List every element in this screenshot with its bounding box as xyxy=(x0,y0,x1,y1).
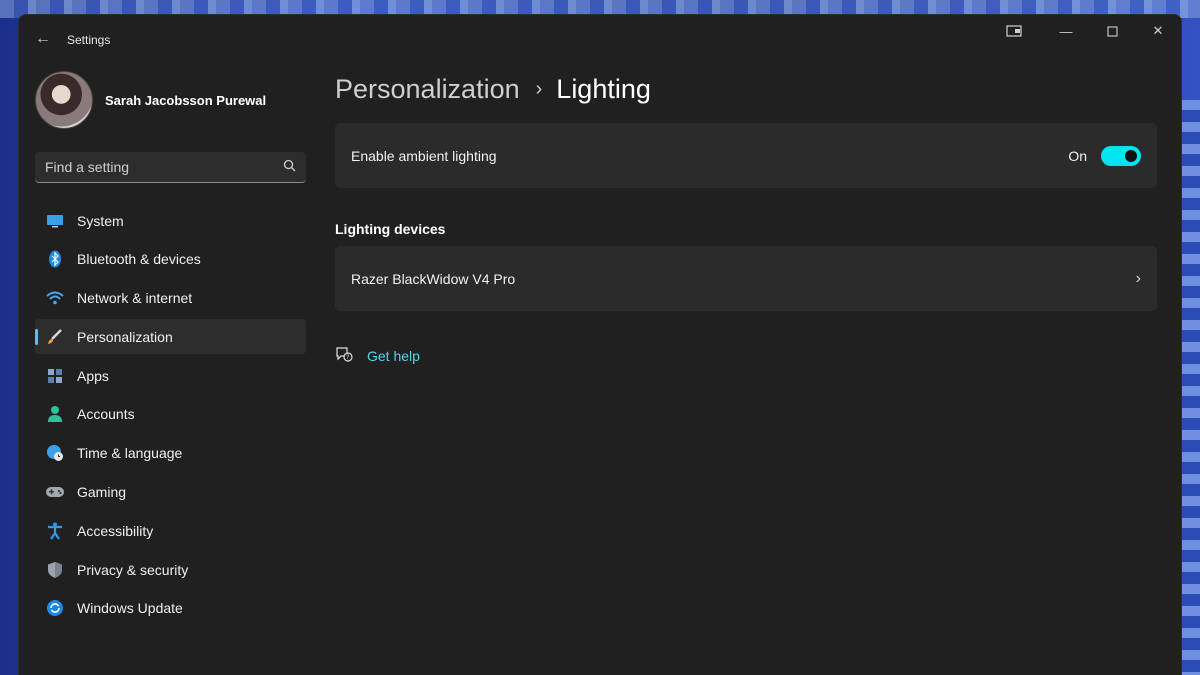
breadcrumb: Personalization › Lighting xyxy=(335,63,1157,115)
close-button[interactable]: ✕ xyxy=(1135,15,1181,47)
sidebar-item-label: Accounts xyxy=(77,406,135,423)
user-profile[interactable]: Sarah Jacobsson Purewal xyxy=(35,71,266,129)
settings-window: ← Settings — ✕ Sarah Jacobsson Purewal F… xyxy=(18,14,1182,675)
sidebar-item-label: Privacy & security xyxy=(77,561,189,578)
sidebar-nav: System Bluetooth & devices Network & int… xyxy=(35,203,306,630)
section-heading: Lighting devices xyxy=(335,221,446,237)
chevron-right-icon: › xyxy=(1135,269,1141,287)
help-chat-icon: ? xyxy=(335,346,355,365)
search-icon[interactable] xyxy=(283,159,296,175)
maximize-button[interactable] xyxy=(1089,15,1135,47)
search-input[interactable] xyxy=(45,159,283,175)
sidebar-item-privacy[interactable]: Privacy & security xyxy=(35,552,306,587)
brush-icon xyxy=(45,327,65,347)
snap-layout-button[interactable] xyxy=(991,15,1037,47)
get-help-label: Get help xyxy=(367,347,420,364)
sidebar-item-apps[interactable]: Apps xyxy=(35,358,306,393)
title-bar: ← Settings — ✕ xyxy=(19,15,1181,63)
arrow-left-icon: ← xyxy=(35,30,51,47)
sidebar-item-label: System xyxy=(77,212,124,229)
wifi-icon xyxy=(45,288,65,308)
sidebar-item-accounts[interactable]: Accounts xyxy=(35,397,306,432)
lighting-device-item[interactable]: Razer BlackWidow V4 Pro › xyxy=(335,246,1157,311)
ambient-lighting-label: Enable ambient lighting xyxy=(351,147,497,164)
user-name: Sarah Jacobsson Purewal xyxy=(105,92,267,108)
sidebar-item-bluetooth[interactable]: Bluetooth & devices xyxy=(35,242,306,277)
back-button[interactable]: ← xyxy=(33,29,53,49)
sidebar-item-personalization[interactable]: Personalization xyxy=(35,319,306,355)
person-icon xyxy=(45,404,65,424)
search-box[interactable] xyxy=(35,152,306,183)
update-icon xyxy=(45,598,65,618)
snap-layout-icon xyxy=(1006,25,1022,37)
svg-text:?: ? xyxy=(346,354,349,361)
sidebar-item-system[interactable]: System xyxy=(35,203,306,238)
breadcrumb-parent[interactable]: Personalization xyxy=(335,74,520,105)
toggle-state-label: On xyxy=(1068,147,1087,164)
maximize-icon xyxy=(1106,25,1118,37)
get-help-link[interactable]: ? Get help xyxy=(335,346,1157,365)
app-title: Settings xyxy=(67,33,111,47)
sidebar-item-windows-update[interactable]: Windows Update xyxy=(35,591,306,626)
window-controls: — ✕ xyxy=(991,15,1181,47)
shield-icon xyxy=(45,560,65,580)
apps-icon xyxy=(45,366,65,386)
page-title: Lighting xyxy=(556,73,651,104)
gamepad-icon xyxy=(45,482,65,502)
bluetooth-icon xyxy=(45,249,65,269)
ambient-lighting-card: Enable ambient lighting On xyxy=(335,123,1157,188)
globe-clock-icon xyxy=(45,443,65,463)
sidebar-item-accessibility[interactable]: Accessibility xyxy=(35,513,306,548)
chevron-right-icon: › xyxy=(535,77,543,100)
minimize-icon: — xyxy=(1059,23,1073,39)
sidebar-item-label: Windows Update xyxy=(77,600,183,617)
sidebar-item-network[interactable]: Network & internet xyxy=(35,281,306,316)
minimize-button[interactable]: — xyxy=(1043,15,1089,47)
device-name: Razer BlackWidow V4 Pro xyxy=(351,270,516,287)
close-icon: ✕ xyxy=(1152,23,1164,38)
sidebar-item-label: Bluetooth & devices xyxy=(77,251,201,268)
sidebar-item-gaming[interactable]: Gaming xyxy=(35,475,306,510)
avatar xyxy=(35,71,93,129)
monitor-icon xyxy=(45,211,65,231)
sidebar-item-label: Gaming xyxy=(77,484,127,501)
sidebar-item-time-language[interactable]: Time & language xyxy=(35,436,306,471)
sidebar-item-label: Apps xyxy=(77,367,109,384)
sidebar-item-label: Personalization xyxy=(77,328,173,345)
accessibility-icon xyxy=(45,521,65,541)
ambient-lighting-toggle[interactable] xyxy=(1101,145,1141,166)
sidebar-item-label: Network & internet xyxy=(77,290,193,307)
main-content: Personalization › Lighting Enable ambien… xyxy=(335,63,1157,365)
sidebar-item-label: Accessibility xyxy=(77,522,154,539)
sidebar-item-label: Time & language xyxy=(77,445,183,462)
